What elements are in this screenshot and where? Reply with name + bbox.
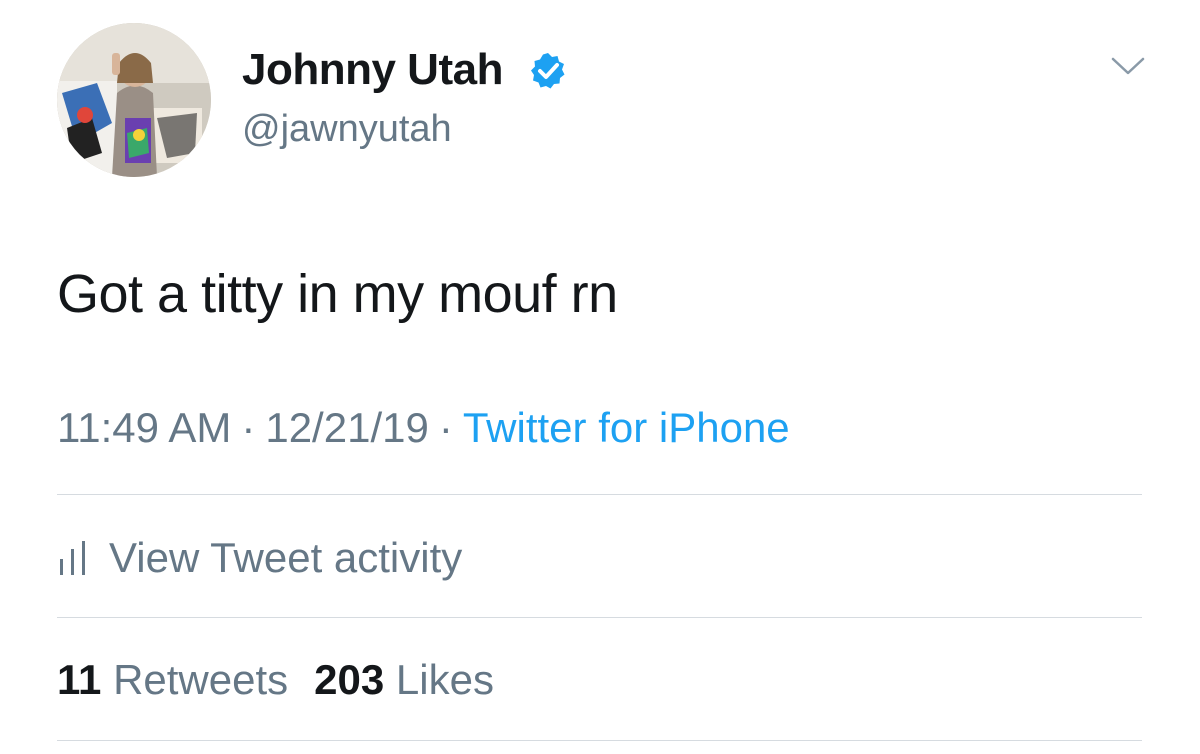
chevron-down-icon[interactable] — [1110, 54, 1146, 78]
avatar[interactable] — [57, 23, 211, 177]
display-name[interactable]: Johnny Utah — [242, 44, 503, 96]
meta-separator: · — [438, 404, 453, 451]
likes-count: 203 — [314, 656, 385, 703]
bar-chart-icon — [60, 541, 85, 575]
retweets-label: Retweets — [113, 656, 289, 703]
verified-badge-icon — [531, 53, 565, 89]
likes-stat[interactable]: 203 Likes — [314, 656, 494, 703]
tweet-time: 11:49 AM — [57, 404, 232, 451]
likes-label: Likes — [395, 656, 494, 703]
tweet-text: Got a titty in my mouf rn — [57, 264, 618, 324]
tweet-date: 12/21/19 — [265, 404, 429, 451]
retweets-count: 11 — [57, 656, 102, 703]
meta-separator: · — [241, 404, 256, 451]
divider — [57, 617, 1142, 618]
view-tweet-activity-label: View Tweet activity — [109, 534, 463, 581]
user-handle[interactable]: @jawnyutah — [242, 106, 452, 152]
divider — [57, 494, 1142, 495]
view-tweet-activity-button[interactable]: View Tweet activity — [57, 528, 462, 588]
retweets-stat[interactable]: 11 Retweets — [57, 656, 288, 703]
tweet-source-link[interactable]: Twitter for iPhone — [463, 404, 790, 451]
tweet-meta: 11:49 AM · 12/21/19 · Twitter for iPhone — [57, 402, 790, 454]
divider — [57, 740, 1142, 741]
avatar-photo — [57, 23, 211, 177]
tweet-stats: 11 Retweets 203 Likes — [57, 654, 494, 706]
